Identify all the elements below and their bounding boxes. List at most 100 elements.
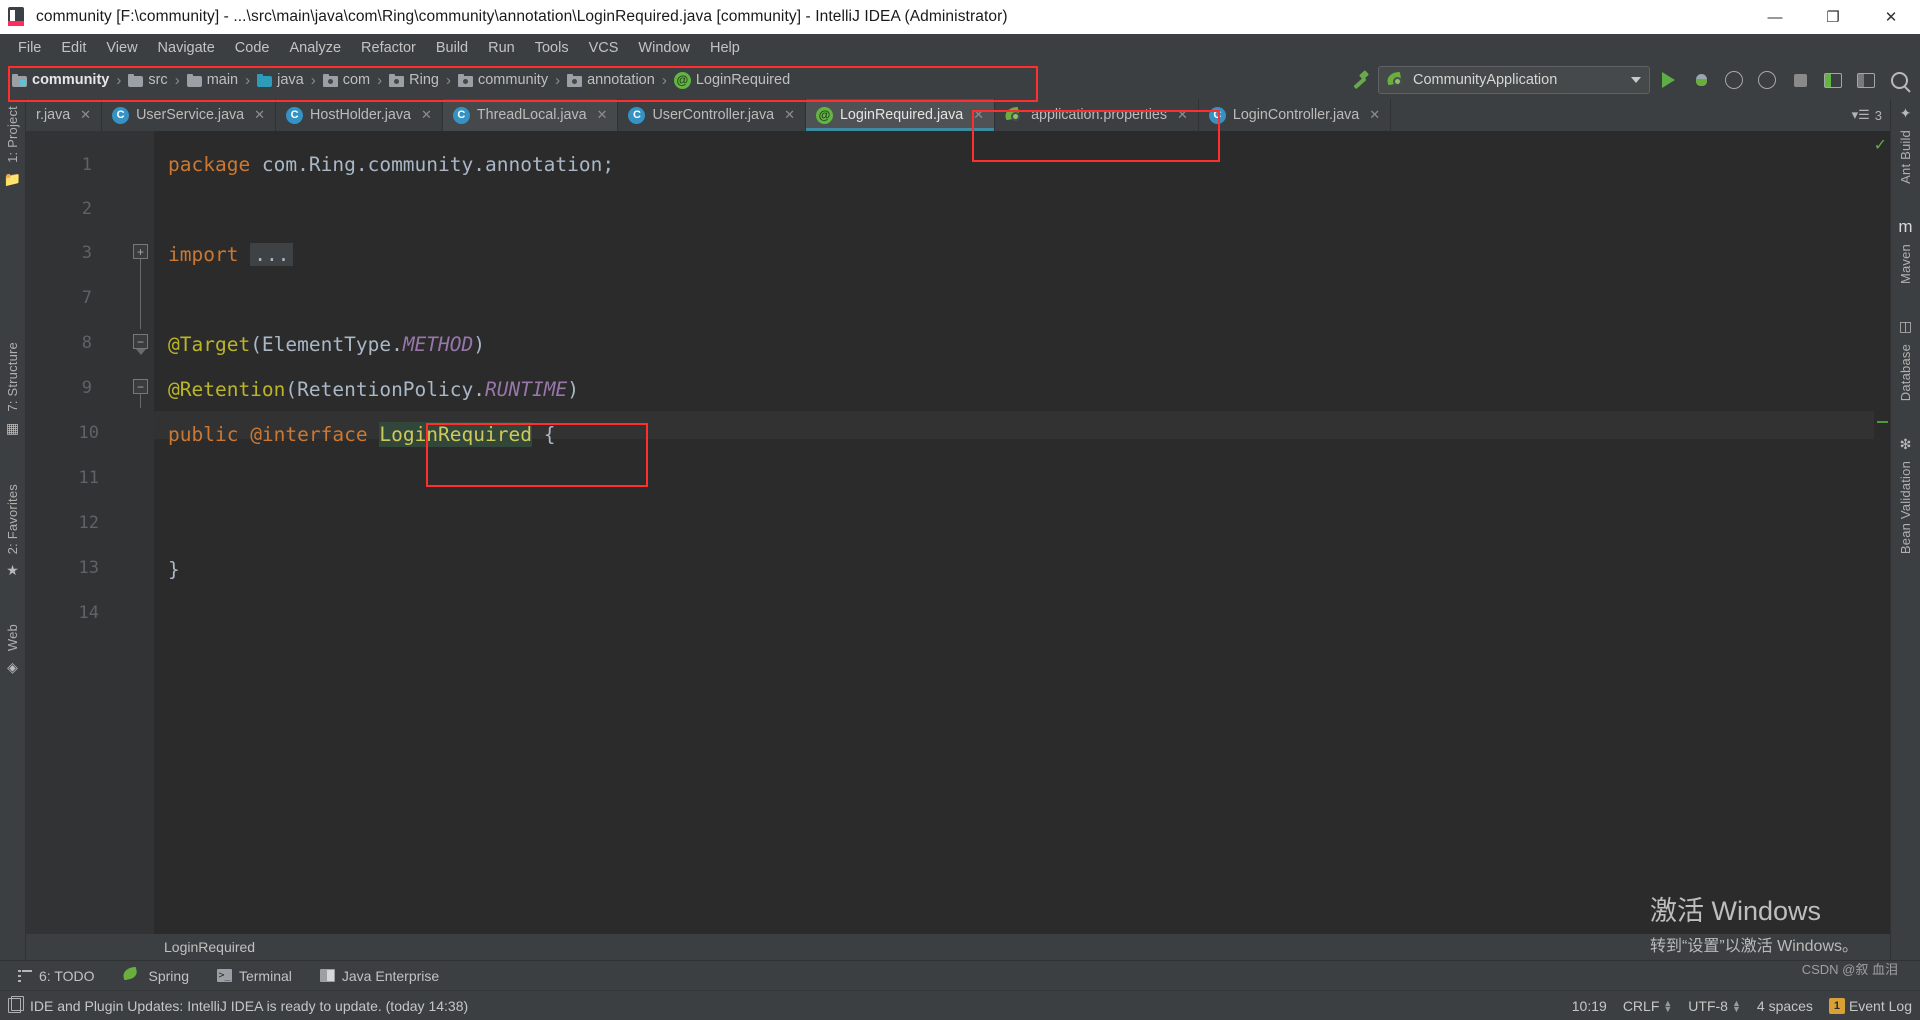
line-separator-indicator[interactable]: CRLF ▲ ▼ <box>1623 998 1672 1014</box>
run-with-coverage-button[interactable] <box>1719 66 1749 94</box>
close-icon[interactable]: ✕ <box>973 107 984 123</box>
search-everywhere-button[interactable] <box>1884 66 1914 94</box>
bottom-window-label: Spring <box>148 967 189 984</box>
layout-right-button[interactable] <box>1851 66 1881 94</box>
close-icon[interactable]: ✕ <box>80 107 91 123</box>
main-toolbar-actions: CommunityApplication <box>1345 66 1914 94</box>
tab-overflow-control[interactable]: ▾☰ 3 <box>1844 99 1890 131</box>
menu-refactor[interactable]: Refactor <box>351 38 426 58</box>
tab-hostholder-java[interactable]: C HostHolder.java ✕ <box>276 99 443 131</box>
breadcrumb-item-src[interactable]: src <box>128 72 168 88</box>
maven-icon[interactable]: m <box>1895 217 1917 237</box>
tab-application-properties[interactable]: application.properties ✕ <box>995 99 1199 131</box>
event-log-button[interactable]: 1 Event Log <box>1828 997 1912 1014</box>
tab-r-java[interactable]: r.java ✕ <box>26 99 103 131</box>
menu-file[interactable]: File <box>8 38 51 58</box>
encoding-indicator[interactable]: UTF-8 ▲ ▼ <box>1688 998 1741 1014</box>
sidebar-item-database[interactable]: Database <box>1898 337 1913 408</box>
layout-left-button[interactable] <box>1818 66 1848 94</box>
run-configuration-selector[interactable]: CommunityApplication <box>1378 66 1650 94</box>
status-message-area[interactable]: IDE and Plugin Updates: IntelliJ IDEA is… <box>8 996 468 1014</box>
fold-expand-icon[interactable]: + <box>133 244 148 259</box>
minimize-button[interactable]: — <box>1746 0 1804 34</box>
window-controls: — ❐ ✕ <box>1746 0 1920 34</box>
menu-edit[interactable]: Edit <box>51 38 96 58</box>
java-class-icon: C <box>112 106 130 124</box>
breadcrumb-item-java[interactable]: java <box>257 72 304 88</box>
caret-position[interactable]: 10:19 <box>1572 998 1607 1014</box>
build-project-button[interactable] <box>1345 66 1375 94</box>
bottom-window-java-enterprise[interactable]: Java Enterprise <box>306 968 453 984</box>
fold-collapse-icon[interactable]: − <box>133 379 148 394</box>
tab-loginrequired-java[interactable]: @ LoginRequired.java ✕ <box>805 99 996 131</box>
breadcrumb-label: annotation <box>587 72 655 88</box>
indent-indicator[interactable]: 4 spaces <box>1757 998 1813 1014</box>
fold-collapse-icon[interactable]: − <box>133 334 148 349</box>
close-icon[interactable]: ✕ <box>421 107 432 123</box>
breadcrumb-item-com[interactable]: com <box>322 72 370 88</box>
close-icon[interactable]: ✕ <box>254 107 265 123</box>
sidebar-item-maven[interactable]: Maven <box>1898 237 1913 291</box>
status-message[interactable]: IDE and Plugin Updates: IntelliJ IDEA is… <box>30 998 468 1014</box>
structure-icon[interactable]: ▦ <box>2 419 24 439</box>
project-folder-icon[interactable]: 📁 <box>2 170 24 190</box>
menu-tools[interactable]: Tools <box>525 38 579 58</box>
bean-validation-icon[interactable]: ❇ <box>1895 434 1917 454</box>
maximize-button[interactable]: ❐ <box>1804 0 1862 34</box>
sidebar-item-bean-validation[interactable]: Bean Validation <box>1898 454 1913 561</box>
menu-analyze[interactable]: Analyze <box>279 38 351 58</box>
bottom-window-todo[interactable]: 6: TODO <box>4 968 109 984</box>
menu-view[interactable]: View <box>96 38 147 58</box>
bottom-window-spring[interactable]: Spring <box>109 966 203 984</box>
bottom-window-terminal[interactable]: >_ Terminal <box>203 968 306 984</box>
sidebar-item-ant-build[interactable]: Ant Build <box>1898 123 1913 191</box>
close-icon[interactable]: ✕ <box>784 107 795 123</box>
menu-window[interactable]: Window <box>628 38 700 58</box>
stop-button[interactable] <box>1785 66 1815 94</box>
code-editor[interactable]: 1 2 3 7 8 9 10 11 12 13 14 + − − package… <box>26 131 1890 934</box>
sidebar-item-favorites[interactable]: 2: Favorites <box>5 477 20 561</box>
breadcrumb-separator: › <box>116 71 122 89</box>
code-text-area[interactable]: package com.Ring.community.annotation; i… <box>154 131 1890 934</box>
tab-userservice-java[interactable]: C UserService.java ✕ <box>102 99 277 131</box>
sidebar-item-web[interactable]: Web <box>5 617 20 658</box>
menu-bar: File Edit View Navigate Code Analyze Ref… <box>0 34 1920 61</box>
folded-imports[interactable]: ... <box>250 243 294 266</box>
breadcrumb-item-annotation[interactable]: annotation <box>567 72 655 88</box>
close-icon[interactable]: ✕ <box>1369 107 1380 123</box>
menu-navigate[interactable]: Navigate <box>148 38 225 58</box>
sidebar-item-project[interactable]: 1: Project <box>5 99 20 170</box>
inspection-ok-icon[interactable]: ✓ <box>1874 135 1887 155</box>
tab-threadlocal-java[interactable]: C ThreadLocal.java ✕ <box>442 99 619 131</box>
tab-usercontroller-java[interactable]: C UserController.java ✕ <box>618 99 806 131</box>
breadcrumb-item-loginrequired[interactable]: @ LoginRequired <box>673 71 790 89</box>
web-icon[interactable]: ◈ <box>2 658 24 678</box>
menu-run[interactable]: Run <box>478 38 525 58</box>
close-icon[interactable]: ✕ <box>1177 107 1188 123</box>
close-button[interactable]: ✕ <box>1862 0 1920 34</box>
ant-icon[interactable]: ✦ <box>1895 103 1917 123</box>
debug-button[interactable] <box>1686 66 1716 94</box>
breadcrumb-separator: › <box>661 71 667 89</box>
menu-build[interactable]: Build <box>426 38 478 58</box>
menu-code[interactable]: Code <box>225 38 280 58</box>
close-icon[interactable]: ✕ <box>597 107 608 123</box>
profiler-button[interactable] <box>1752 66 1782 94</box>
breadcrumb-item-community-pkg[interactable]: community <box>457 72 549 88</box>
breadcrumb-item-main[interactable]: main <box>186 72 238 88</box>
editor-gutter[interactable]: 1 2 3 7 8 9 10 11 12 13 14 + − − <box>26 131 154 934</box>
run-button[interactable] <box>1653 66 1683 94</box>
tab-logincontroller-java[interactable]: C LoginController.java ✕ <box>1199 99 1392 131</box>
sidebar-item-structure[interactable]: 7: Structure <box>5 335 20 419</box>
breadcrumb-label: community <box>477 72 549 88</box>
star-icon[interactable]: ★ <box>2 561 24 581</box>
right-tool-window-strip: ✦ Ant Build m Maven ◫ Database ❇ Bean Va… <box>1890 99 1920 960</box>
menu-help[interactable]: Help <box>700 38 750 58</box>
editor-breadcrumb-label[interactable]: LoginRequired <box>164 939 255 955</box>
database-icon[interactable]: ◫ <box>1895 317 1917 337</box>
editor-scrollbar-markers[interactable]: ✓ <box>1874 131 1890 934</box>
menu-vcs[interactable]: VCS <box>579 38 629 58</box>
breadcrumb-item-ring[interactable]: Ring <box>389 72 439 88</box>
breadcrumb-item-community[interactable]: community <box>12 72 109 88</box>
tab-label: application.properties <box>1031 107 1167 123</box>
